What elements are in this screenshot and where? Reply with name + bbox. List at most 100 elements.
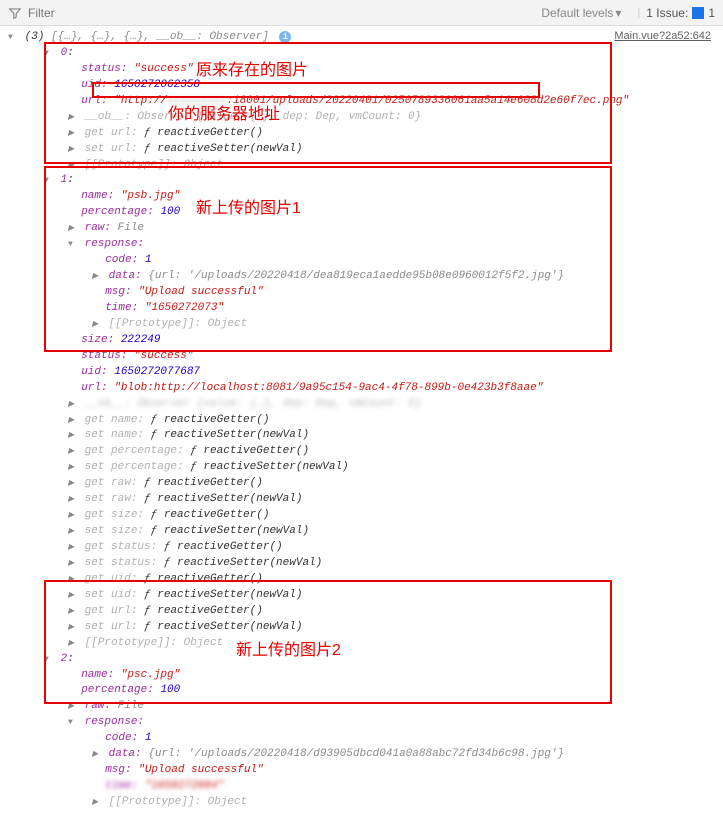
key: percentage: bbox=[81, 206, 154, 218]
expand-arrow[interactable] bbox=[68, 237, 78, 253]
prop-row[interactable]: raw: File bbox=[8, 221, 723, 237]
getter-row[interactable]: set uid: ƒ reactiveSetter(newVal) bbox=[8, 588, 723, 604]
filter-input[interactable] bbox=[28, 6, 541, 20]
issues-button[interactable]: 1 Issue: 1 bbox=[646, 6, 715, 20]
observer: __ob__: Observer {value: {…}, dep: Dep, … bbox=[85, 398, 422, 410]
expand-arrow[interactable] bbox=[44, 652, 54, 668]
prop-row[interactable]: data: {url: '/uploads/20220418/dea819eca… bbox=[8, 269, 723, 285]
index-key: 1 bbox=[61, 174, 68, 186]
expand-arrow[interactable] bbox=[68, 142, 78, 158]
expand-arrow[interactable] bbox=[44, 173, 54, 189]
expand-arrow[interactable] bbox=[8, 30, 18, 46]
prop-row[interactable]: set url: ƒ reactiveSetter(newVal) bbox=[8, 142, 723, 158]
getter-row[interactable]: set name: ƒ reactiveSetter(newVal) bbox=[8, 428, 723, 444]
key: set percentage: bbox=[85, 461, 191, 473]
expand-arrow[interactable] bbox=[68, 444, 78, 460]
value: "success" bbox=[134, 350, 193, 362]
prop-row: size: 222249 bbox=[8, 333, 723, 349]
prop-row[interactable]: get url: ƒ reactiveGetter() bbox=[8, 126, 723, 142]
key: name: bbox=[81, 669, 114, 681]
prop-row[interactable]: response: bbox=[8, 237, 723, 253]
prop-row[interactable]: raw: File bbox=[8, 699, 723, 715]
prop-row[interactable]: __ob__: Observer {value: {…}, dep: Dep, … bbox=[8, 397, 723, 413]
expand-arrow[interactable] bbox=[68, 508, 78, 524]
item-1-header[interactable]: 1: bbox=[8, 173, 723, 189]
value: 100 bbox=[160, 684, 180, 696]
key: code: bbox=[105, 254, 138, 266]
expand-arrow[interactable] bbox=[68, 110, 78, 126]
expand-arrow[interactable] bbox=[68, 413, 78, 429]
value: {url: '/uploads/20220418/d93905dbcd041a0… bbox=[148, 748, 564, 760]
prop-row[interactable]: [[Prototype]]: Object bbox=[8, 795, 723, 811]
expand-arrow[interactable] bbox=[92, 747, 102, 763]
getter-row[interactable]: get uid: ƒ reactiveGetter() bbox=[8, 572, 723, 588]
fn-val: ƒ reactiveGetter() bbox=[144, 573, 263, 585]
expand-arrow[interactable] bbox=[68, 699, 78, 715]
item-2-header[interactable]: 2: bbox=[8, 652, 723, 668]
url-path: uploads/20220401/0250789336061aa5a14e608… bbox=[273, 95, 629, 107]
getter-row[interactable]: set url: ƒ reactiveSetter(newVal) bbox=[8, 620, 723, 636]
getter-row[interactable]: set raw: ƒ reactiveSetter(newVal) bbox=[8, 492, 723, 508]
expand-arrow[interactable] bbox=[68, 556, 78, 572]
getter-row[interactable]: set status: ƒ reactiveSetter(newVal) bbox=[8, 556, 723, 572]
expand-arrow[interactable] bbox=[92, 317, 102, 333]
prop-row[interactable]: response: bbox=[8, 715, 723, 731]
expand-arrow[interactable] bbox=[68, 428, 78, 444]
key: data: bbox=[109, 748, 142, 760]
expand-arrow[interactable] bbox=[68, 158, 78, 174]
value: 1650272077687 bbox=[114, 366, 200, 378]
key: set size: bbox=[85, 525, 151, 537]
expand-arrow[interactable] bbox=[44, 46, 54, 62]
expand-arrow[interactable] bbox=[92, 795, 102, 811]
value: "Upload successful" bbox=[138, 286, 263, 298]
url-prefix: "http:// bbox=[114, 95, 167, 107]
index-key: 2 bbox=[61, 653, 68, 665]
key: get url: bbox=[85, 605, 144, 617]
source-link[interactable]: Main.vue?2a52:642 bbox=[614, 30, 711, 42]
getter-row[interactable]: get name: ƒ reactiveGetter() bbox=[8, 413, 723, 429]
prop-row: name: "psc.jpg" bbox=[8, 668, 723, 684]
getter-row[interactable]: get percentage: ƒ reactiveGetter() bbox=[8, 444, 723, 460]
expand-arrow[interactable] bbox=[68, 604, 78, 620]
getter-row[interactable]: get url: ƒ reactiveGetter() bbox=[8, 604, 723, 620]
expand-arrow[interactable] bbox=[68, 397, 78, 413]
item-0-header[interactable]: 0: bbox=[8, 46, 723, 62]
expand-arrow[interactable] bbox=[68, 572, 78, 588]
expand-arrow[interactable] bbox=[68, 524, 78, 540]
info-icon[interactable]: i bbox=[279, 31, 291, 43]
separator: | bbox=[637, 7, 640, 19]
expand-arrow[interactable] bbox=[68, 636, 78, 652]
prop-row[interactable]: [[Prototype]]: Object bbox=[8, 317, 723, 333]
value: 1 bbox=[145, 254, 152, 266]
expand-arrow[interactable] bbox=[68, 492, 78, 508]
getter-row[interactable]: get raw: ƒ reactiveGetter() bbox=[8, 476, 723, 492]
key: get status: bbox=[85, 541, 164, 553]
expand-arrow[interactable] bbox=[92, 269, 102, 285]
key: code: bbox=[105, 732, 138, 744]
key: response: bbox=[85, 238, 144, 250]
expand-arrow[interactable] bbox=[68, 126, 78, 142]
prop-row[interactable]: __ob__: Observer {value: {…}, dep: Dep, … bbox=[8, 110, 723, 126]
expand-arrow[interactable] bbox=[68, 476, 78, 492]
expand-arrow[interactable] bbox=[68, 221, 78, 237]
expand-arrow[interactable] bbox=[68, 540, 78, 556]
prop-row[interactable]: [[Prototype]]: Object bbox=[8, 636, 723, 652]
array-count: (3) bbox=[25, 31, 45, 43]
fn-val: ƒ reactiveSetter(newVal) bbox=[144, 621, 302, 633]
devtools-console: Default levels ▾ | 1 Issue: 1 Main.vue?2… bbox=[0, 0, 723, 831]
console-output: (3) [{…}, {…}, {…}, __ob__: Observer] i … bbox=[0, 26, 723, 831]
prop-row[interactable]: data: {url: '/uploads/20220418/d93905dbc… bbox=[8, 747, 723, 763]
getter-row[interactable]: get size: ƒ reactiveGetter() bbox=[8, 508, 723, 524]
fn-val: ƒ reactiveSetter(newVal) bbox=[144, 589, 302, 601]
key: uid: bbox=[81, 79, 107, 91]
getter-row[interactable]: set percentage: ƒ reactiveSetter(newVal) bbox=[8, 460, 723, 476]
expand-arrow[interactable] bbox=[68, 460, 78, 476]
getter-row[interactable]: set size: ƒ reactiveSetter(newVal) bbox=[8, 524, 723, 540]
prop-row[interactable]: [[Prototype]]: Object bbox=[8, 158, 723, 174]
getter-row[interactable]: get status: ƒ reactiveGetter() bbox=[8, 540, 723, 556]
expand-arrow[interactable] bbox=[68, 588, 78, 604]
expand-arrow[interactable] bbox=[68, 620, 78, 636]
levels-dropdown[interactable]: Default levels ▾ bbox=[541, 6, 621, 20]
expand-arrow[interactable] bbox=[68, 715, 78, 731]
prop-row: code: 1 bbox=[8, 253, 723, 269]
